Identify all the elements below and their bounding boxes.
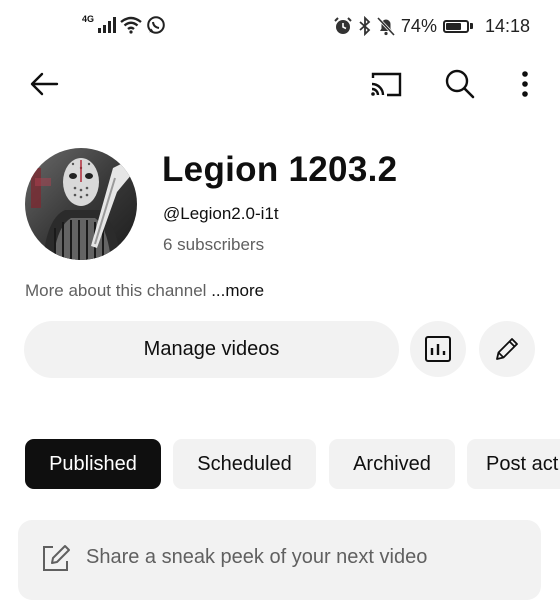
battery-icon (442, 19, 473, 33)
search-button[interactable] (440, 64, 480, 104)
wifi-icon (120, 16, 142, 34)
chip-label: Scheduled (197, 452, 292, 475)
notifications-muted-icon (376, 16, 395, 36)
more-options-button[interactable] (510, 64, 540, 104)
battery-percent: 74% (400, 15, 437, 36)
edit-channel-button[interactable] (479, 321, 535, 377)
channel-title: Legion 1203.2 (162, 150, 398, 189)
whatsapp-icon (147, 16, 165, 34)
chip-archived[interactable]: Archived (329, 439, 455, 489)
status-right-group: 74% 14:18 (333, 14, 530, 38)
about-channel-row[interactable]: More about this channel ...more (25, 281, 264, 301)
bar-chart-icon (425, 336, 451, 362)
channel-avatar[interactable] (25, 148, 137, 260)
cast-icon (371, 72, 402, 97)
network-type-label: 4G (82, 14, 95, 24)
subscriber-count: 6 subscribers (163, 235, 265, 254)
manage-videos-button[interactable]: Manage videos (24, 321, 399, 378)
alarm-icon (334, 17, 352, 34)
chip-published[interactable]: Published (25, 439, 161, 489)
more-vert-icon (522, 71, 528, 97)
manage-videos-label: Manage videos (143, 338, 280, 360)
status-left-group: 4G (82, 14, 166, 36)
search-icon (445, 69, 475, 99)
chip-label: Archived (353, 452, 431, 475)
chip-scheduled[interactable]: Scheduled (173, 439, 316, 489)
edit-post-icon (43, 545, 70, 571)
cast-button[interactable] (366, 66, 406, 102)
back-arrow-icon (30, 72, 59, 96)
bluetooth-icon (359, 16, 371, 36)
channel-handle: @Legion2.0-i1t (163, 204, 279, 223)
pencil-icon (496, 338, 518, 360)
post-composer[interactable]: Share a sneak peek of your next video (18, 520, 541, 600)
about-channel-text: More about this channel (25, 281, 207, 300)
analytics-button[interactable] (410, 321, 466, 377)
chip-post-activity[interactable]: Post act (467, 439, 560, 489)
chip-label: Post act (486, 452, 559, 475)
back-button[interactable] (24, 64, 64, 104)
more-link[interactable]: ...more (211, 281, 264, 300)
hockey-mask-avatar-icon (25, 148, 137, 260)
chip-label: Published (49, 452, 137, 475)
signal-strength-icon (98, 17, 117, 33)
composer-placeholder: Share a sneak peek of your next video (86, 546, 428, 568)
clock-time: 14:18 (484, 15, 530, 36)
